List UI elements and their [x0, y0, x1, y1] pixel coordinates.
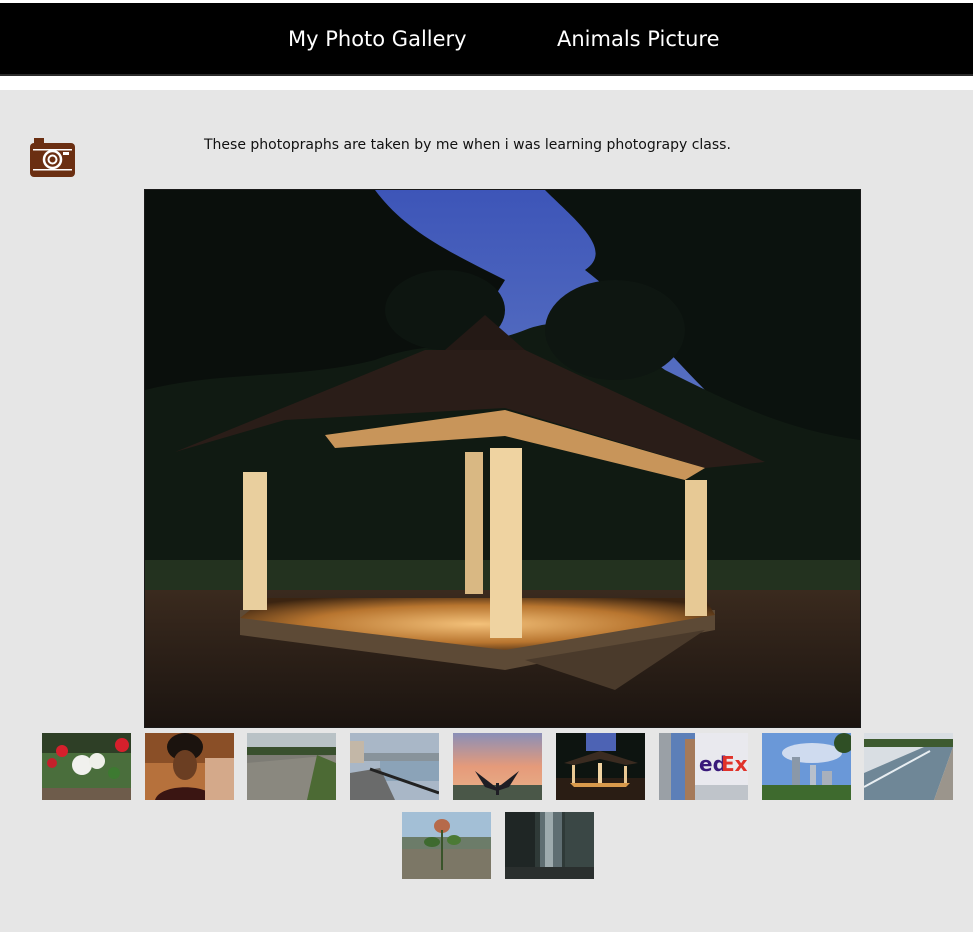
thumbnail-sunset-sculpture[interactable]	[453, 733, 542, 800]
thumbnail-waterfall[interactable]	[505, 812, 594, 879]
top-navigation: My Photo Gallery Animals Picture	[0, 3, 973, 76]
nav-link-photo-gallery[interactable]: My Photo Gallery	[288, 25, 467, 53]
nav-link-animals-picture[interactable]: Animals Picture	[557, 25, 720, 53]
camera-icon	[29, 137, 76, 178]
thumbnail-fedex-building[interactable]: ed Ex	[659, 733, 748, 800]
thumbnail-city-skyline[interactable]	[762, 733, 851, 800]
thumbnail-gazebo-at-dusk[interactable]	[556, 733, 645, 800]
gallery-content: These photopraphs are taken by me when i…	[0, 90, 973, 932]
main-photo-gazebo	[144, 189, 861, 728]
thumbnail-rocky-riverbank[interactable]	[247, 733, 336, 800]
thumbnail-seedling[interactable]	[402, 812, 491, 879]
svg-text:Ex: Ex	[721, 752, 748, 776]
thumbnail-portrait[interactable]	[145, 733, 234, 800]
thumbnail-flowers[interactable]	[42, 733, 131, 800]
thumbnail-river-dam[interactable]	[864, 733, 953, 800]
thumbnail-riverside-walkway[interactable]	[350, 733, 439, 800]
intro-text: These photopraphs are taken by me when i…	[204, 137, 731, 153]
